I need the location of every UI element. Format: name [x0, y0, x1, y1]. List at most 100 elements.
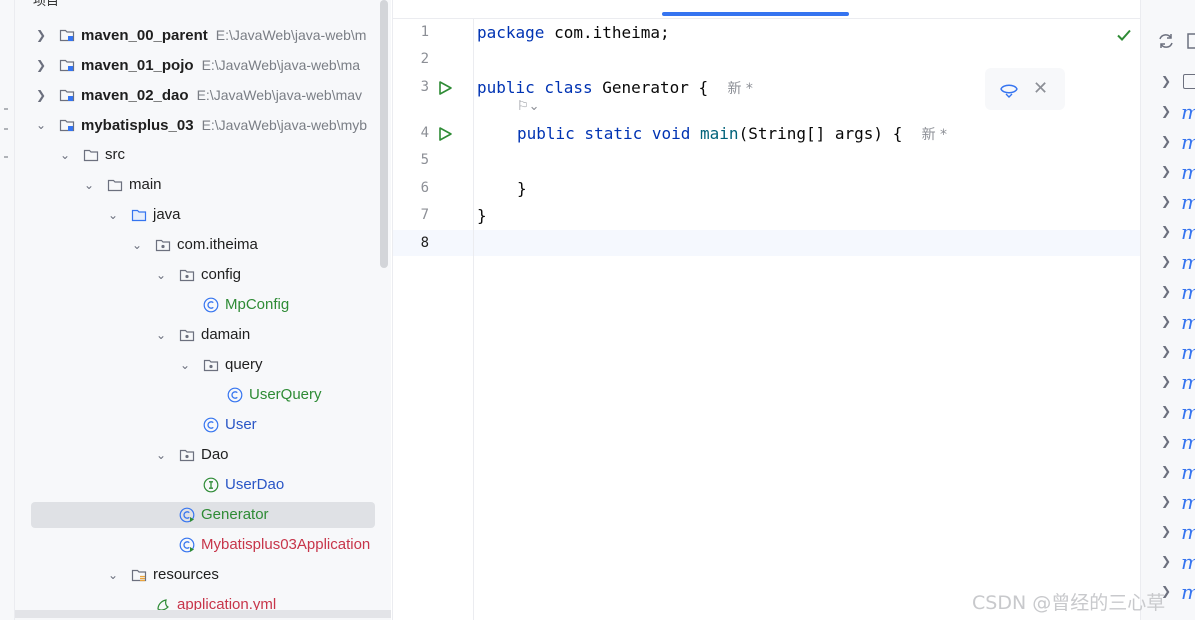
tree-item-main[interactable]: ⌄ main	[15, 172, 391, 198]
maven-project-item[interactable]: ❯m	[1141, 338, 1195, 368]
panel-icon[interactable]	[1187, 32, 1195, 50]
run-gutter-icon[interactable]	[437, 126, 453, 142]
chevron-down-icon[interactable]: ⌄	[35, 112, 47, 138]
maven-project-item[interactable]: ❯m	[1141, 278, 1195, 308]
tree-item-label: maven_00_parent	[81, 27, 208, 44]
chevron-right-icon[interactable]: ❯	[1161, 374, 1171, 388]
chevron-right-icon[interactable]: ❯	[35, 82, 47, 108]
chevron-down-icon[interactable]: ⌄	[155, 442, 167, 468]
run-gutter-icon[interactable]	[437, 80, 453, 96]
chevron-right-icon[interactable]: ❯	[1161, 74, 1171, 88]
maven-project-item[interactable]: ❯m	[1141, 518, 1195, 548]
tree-item-path: E:\JavaWeb\java-web\m	[215, 27, 367, 43]
chevron-right-icon[interactable]: ❯	[1161, 224, 1171, 238]
tree-item-userquery[interactable]: UserQuery	[15, 382, 391, 408]
chevron-right-icon[interactable]: ❯	[1161, 404, 1171, 418]
chevron-right-icon[interactable]: ❯	[1161, 134, 1171, 148]
tree-item-userdao[interactable]: UserDao	[15, 472, 391, 498]
code-editor[interactable]: 1 2 3 4 5 6 7 8 package com.itheima; pub…	[392, 0, 1140, 620]
tree-item-user[interactable]: User	[15, 412, 391, 438]
tree-item-maven-01-pojo[interactable]: ❯ maven_01_pojo E:\JavaWeb\java-web\ma	[15, 52, 391, 78]
maven-module-icon: m	[1181, 520, 1195, 544]
vertical-scrollbar[interactable]	[380, 0, 388, 268]
chevron-down-icon[interactable]: ⌄	[155, 262, 167, 288]
tree-item-label: resources	[153, 566, 219, 583]
maven-project-item[interactable]: ❯m	[1141, 218, 1195, 248]
tree-item-label: config	[201, 266, 242, 283]
maven-project-item[interactable]: ❯m	[1141, 458, 1195, 488]
tree-item-java[interactable]: ⌄ java	[15, 202, 391, 228]
chevron-down-icon[interactable]: ⌄	[131, 232, 143, 258]
maven-project-item[interactable]: ❯m	[1141, 248, 1195, 278]
tree-item-config[interactable]: ⌄ config	[15, 262, 391, 288]
maven-project-item[interactable]: ❯m	[1141, 128, 1195, 158]
tree-item-mybatisplus-03[interactable]: ⌄ mybatisplus_03 E:\JavaWeb\java-web\myb	[15, 112, 391, 138]
author-hint[interactable]: 新 *	[727, 81, 752, 97]
ai-assistant-icon[interactable]	[999, 80, 1019, 98]
maven-module-icon: m	[1181, 370, 1195, 394]
chevron-right-icon[interactable]: ❯	[1161, 254, 1171, 268]
maven-project-item[interactable]: ❯m	[1141, 428, 1195, 458]
chevron-right-icon[interactable]: ❯	[35, 22, 47, 48]
code-line-6: }	[517, 179, 527, 198]
chevron-right-icon[interactable]: ❯	[35, 52, 47, 78]
horizontal-scrollbar[interactable]	[15, 610, 391, 618]
author-hint[interactable]: 新 *	[922, 127, 947, 143]
chevron-down-icon[interactable]: ⌄	[59, 142, 71, 168]
chevron-right-icon[interactable]: ❯	[1161, 494, 1171, 508]
tree-item-maven-02-dao[interactable]: ❯ maven_02_dao E:\JavaWeb\java-web\mav	[15, 82, 391, 108]
maven-project-item[interactable]: ❯m	[1141, 308, 1195, 338]
folder-icon	[107, 179, 123, 192]
chevron-right-icon[interactable]: ❯	[1161, 434, 1171, 448]
maven-project-item[interactable]: ❯m	[1141, 488, 1195, 518]
chevron-down-icon[interactable]: ⌄	[107, 562, 119, 588]
tree-item-label: UserQuery	[249, 386, 322, 403]
maven-project-item[interactable]: ❯m	[1141, 548, 1195, 578]
line-number: 1	[420, 24, 429, 40]
project-header: 项目	[15, 0, 391, 8]
tree-item-src[interactable]: ⌄ src	[15, 142, 391, 168]
maven-project-item[interactable]: ❯m	[1141, 368, 1195, 398]
maven-module-icon: m	[1181, 550, 1195, 574]
chevron-right-icon[interactable]: ❯	[1161, 314, 1171, 328]
maven-project-item[interactable]: ❯m	[1141, 98, 1195, 128]
tree-item-resources[interactable]: ⌄ resources	[15, 562, 391, 588]
chevron-down-icon[interactable]: ⌄	[179, 352, 191, 378]
chevron-right-icon[interactable]: ❯	[1161, 464, 1171, 478]
source-folder-icon	[131, 209, 147, 222]
maven-project-item[interactable]: ❯m	[1141, 188, 1195, 218]
refresh-icon[interactable]	[1157, 32, 1175, 50]
tree-item-mpconfig[interactable]: MpConfig	[15, 292, 391, 318]
tree-item-label: mybatisplus_03	[81, 117, 194, 134]
tree-item-mybatisplus03application[interactable]: Mybatisplus03Application	[15, 532, 391, 558]
tree-item-damain[interactable]: ⌄ damain	[15, 322, 391, 348]
tree-item-dao[interactable]: ⌄ Dao	[15, 442, 391, 468]
chevron-right-icon[interactable]: ❯	[1161, 164, 1171, 178]
toolbar-tick	[4, 128, 8, 130]
chevron-down-icon[interactable]: ⌄	[155, 322, 167, 348]
chevron-right-icon[interactable]: ❯	[1161, 194, 1171, 208]
maven-project-item[interactable]: ❯m	[1141, 158, 1195, 188]
chevron-down-icon[interactable]: ⌄	[107, 202, 119, 228]
chevron-right-icon[interactable]: ❯	[1161, 284, 1171, 298]
no-problems-check-icon[interactable]	[1115, 26, 1133, 44]
tree-item-label: MpConfig	[225, 296, 290, 313]
package-icon	[155, 239, 171, 252]
editor-gutter: 1 2 3 4 5 6 7 8	[393, 18, 474, 620]
chevron-right-icon[interactable]: ❯	[1161, 554, 1171, 568]
chevron-down-icon[interactable]: ⌄	[83, 172, 95, 198]
chevron-right-icon[interactable]: ❯	[1161, 104, 1171, 118]
maven-project-item[interactable]: ❯m	[1141, 398, 1195, 428]
inlay-hint-icon[interactable]: ⚐⌄	[517, 99, 540, 114]
tree-item-label: query	[225, 356, 263, 373]
chevron-right-icon[interactable]: ❯	[1161, 524, 1171, 538]
maven-project-item[interactable]: ❯	[1141, 68, 1195, 98]
tree-item-com-itheima[interactable]: ⌄ com.itheima	[15, 232, 391, 258]
tree-item-query[interactable]: ⌄ query	[15, 352, 391, 378]
maven-module-icon: m	[1181, 100, 1195, 124]
chevron-right-icon[interactable]: ❯	[1161, 344, 1171, 358]
tree-item-maven-00-parent[interactable]: ❯ maven_00_parent E:\JavaWeb\java-web\m	[15, 22, 391, 48]
editor-tab-bar	[393, 0, 1140, 19]
tree-item-generator[interactable]: Generator	[15, 502, 391, 528]
close-icon[interactable]: ✕	[1033, 78, 1048, 99]
